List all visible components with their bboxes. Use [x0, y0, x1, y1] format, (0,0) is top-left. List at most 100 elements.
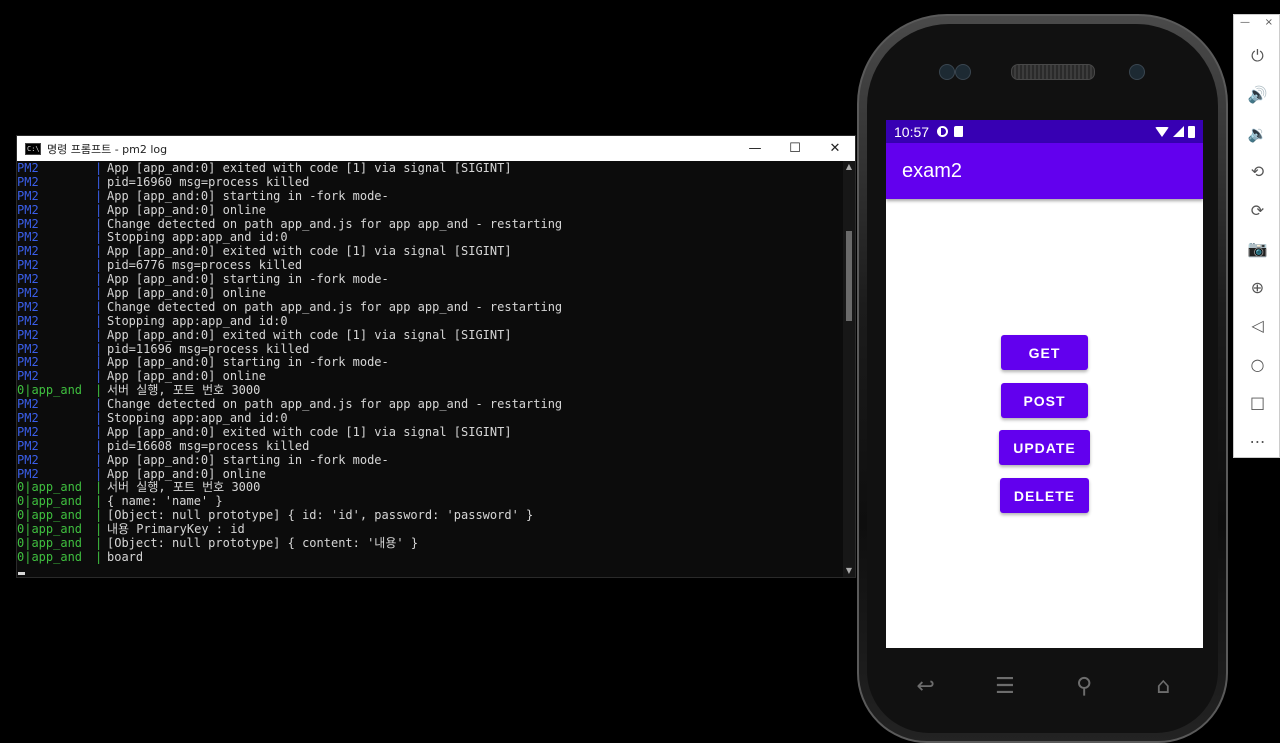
zoom-icon[interactable]: ⊕ [1234, 268, 1280, 307]
console-scrollbar[interactable]: ▲ ▼ [843, 161, 855, 577]
log-separator: | [95, 258, 103, 273]
log-separator: | [95, 174, 103, 189]
log-line: PM2 | Change detected on path app_and.js f… [17, 216, 843, 232]
log-line: PM2 | pid=16960 msg=process killed [17, 174, 843, 190]
log-line: PM2 | App [app_and:0] starting in -fork mo… [17, 356, 843, 370]
home-key-icon[interactable]: ⌂ [1143, 674, 1183, 699]
log-separator: | [95, 188, 103, 203]
log-message: pid=16960 msg=process killed [107, 174, 310, 189]
rotate-right-icon[interactable]: ⟳ [1234, 191, 1280, 230]
log-message: App [app_and:0] starting in -fork mode- [107, 452, 389, 467]
more-icon[interactable]: ⋯ [1234, 422, 1280, 461]
log-message: Stopping app:app_and id:0 [107, 411, 288, 426]
data-saver-icon [937, 126, 949, 137]
window-controls: — ☐ ✕ [735, 136, 855, 161]
home-icon[interactable]: ○ [1234, 345, 1280, 384]
rotate-left-icon[interactable]: ⟲ [1234, 153, 1280, 192]
toolbar-minimize-button[interactable]: — [1240, 15, 1250, 37]
log-separator: | [95, 286, 103, 301]
volume-down-icon[interactable]: 🔉 [1234, 114, 1280, 153]
log-source: PM2 [17, 286, 39, 301]
log-message: App [app_and:0] exited with code [1] via… [107, 244, 512, 259]
phone-screen[interactable]: 10:57 exam2 GET POST UPDATE DELETE [886, 120, 1203, 648]
log-message: pid=6776 msg=process killed [107, 258, 303, 273]
toolbar-close-button[interactable]: × [1265, 15, 1273, 37]
log-source: PM2 [17, 355, 39, 370]
console-title: 명령 프롬프트 - pm2 log [47, 142, 168, 156]
back-key-icon[interactable]: ↩ [906, 674, 946, 699]
toolbar-window-controls: — × [1234, 15, 1279, 37]
console-output[interactable]: PM2 | App [app_and:0] exited with code [1]… [17, 161, 843, 577]
log-source: PM2 [17, 327, 39, 342]
log-message: Change detected on path app_and.js for a… [107, 397, 563, 412]
log-line: PM2 | App [app_and:0] online [17, 203, 843, 218]
log-separator: | [95, 355, 103, 370]
log-separator: | [95, 161, 103, 175]
log-source: PM2 [17, 230, 39, 245]
log-separator: | [95, 299, 103, 314]
log-separator: | [95, 230, 103, 245]
log-source: PM2 [17, 424, 39, 439]
log-separator: | [95, 369, 103, 384]
log-message: App [app_and:0] exited with code [1] via… [107, 161, 512, 175]
scroll-up-arrow-icon[interactable]: ▲ [843, 161, 855, 173]
log-source: 0|app_and [17, 536, 83, 551]
hardware-nav-keys: ↩ ☰ ⚲ ⌂ [886, 666, 1203, 706]
log-message: Change detected on path app_and.js for a… [107, 299, 563, 314]
log-message: board [107, 549, 144, 564]
log-line: 0|app_and | 내용 PrimaryKey : id [17, 522, 843, 537]
log-line: PM2 | Stopping app:app_and id:0 [17, 411, 843, 426]
log-separator: | [95, 411, 103, 426]
volume-up-icon[interactable]: 🔊 [1234, 76, 1280, 115]
log-separator: | [95, 313, 103, 328]
search-key-icon[interactable]: ⚲ [1064, 674, 1104, 699]
log-separator: | [95, 494, 103, 509]
minimize-button[interactable]: — [735, 136, 775, 161]
back-icon[interactable]: ◁ [1234, 307, 1280, 346]
log-separator: | [95, 244, 103, 259]
close-button[interactable]: ✕ [815, 136, 855, 161]
update-button[interactable]: UPDATE [999, 430, 1090, 465]
log-message: pid=16608 msg=process killed [107, 438, 310, 453]
log-source: PM2 [17, 258, 39, 273]
log-source: PM2 [17, 272, 39, 287]
log-message: App [app_and:0] online [107, 286, 266, 301]
log-source: PM2 [17, 244, 39, 259]
log-line: PM2 | App [app_and:0] exited with code [1]… [17, 327, 843, 343]
overview-icon[interactable]: □ [1234, 384, 1280, 423]
log-message: 내용 PrimaryKey : id [107, 522, 245, 537]
log-source: PM2 [17, 397, 39, 412]
app-title: exam2 [902, 159, 963, 182]
post-button[interactable]: POST [1001, 383, 1088, 418]
log-source: 0|app_and [17, 494, 83, 509]
log-source: PM2 [17, 438, 39, 453]
console-title-bar[interactable]: C:\ 명령 프롬프트 - pm2 log — ☐ ✕ [17, 136, 855, 161]
log-line: PM2 | Change detected on path app_and.js f… [17, 397, 843, 412]
menu-key-icon[interactable]: ☰ [985, 674, 1025, 699]
log-source: PM2 [17, 174, 39, 189]
emulator-toolbar: — × ⏻ 🔊 🔉 ⟲ ⟳ 📷 ⊕ ◁ ○ □ ⋯ [1233, 14, 1280, 458]
scroll-down-arrow-icon[interactable]: ▼ [843, 565, 855, 577]
status-bar: 10:57 [886, 120, 1203, 143]
log-message: App [app_and:0] starting in -fork mode- [107, 355, 389, 370]
command-prompt-window[interactable]: C:\ 명령 프롬프트 - pm2 log — ☐ ✕ PM2 | App [app… [16, 135, 856, 578]
status-system-icons [1155, 125, 1195, 138]
log-separator: | [95, 424, 103, 439]
log-line: 0|app_and | [Object: null prototype] { id:… [17, 508, 843, 523]
log-message: 서버 실행, 포트 번호 3000 [107, 480, 261, 495]
get-button[interactable]: GET [1001, 335, 1088, 370]
log-source: PM2 [17, 341, 39, 356]
log-message: { name: 'name' } [107, 494, 223, 509]
maximize-button[interactable]: ☐ [775, 136, 815, 161]
power-icon[interactable]: ⏻ [1234, 37, 1280, 76]
camera-icon[interactable]: 📷 [1234, 230, 1280, 269]
log-separator: | [95, 438, 103, 453]
log-source: PM2 [17, 299, 39, 314]
log-source: PM2 [17, 161, 39, 175]
log-separator: | [95, 216, 103, 231]
delete-button[interactable]: DELETE [1000, 478, 1089, 513]
scroll-thumb[interactable] [846, 231, 852, 321]
log-separator: | [95, 549, 103, 564]
wifi-icon [1155, 126, 1169, 137]
log-source: 0|app_and [17, 508, 83, 523]
